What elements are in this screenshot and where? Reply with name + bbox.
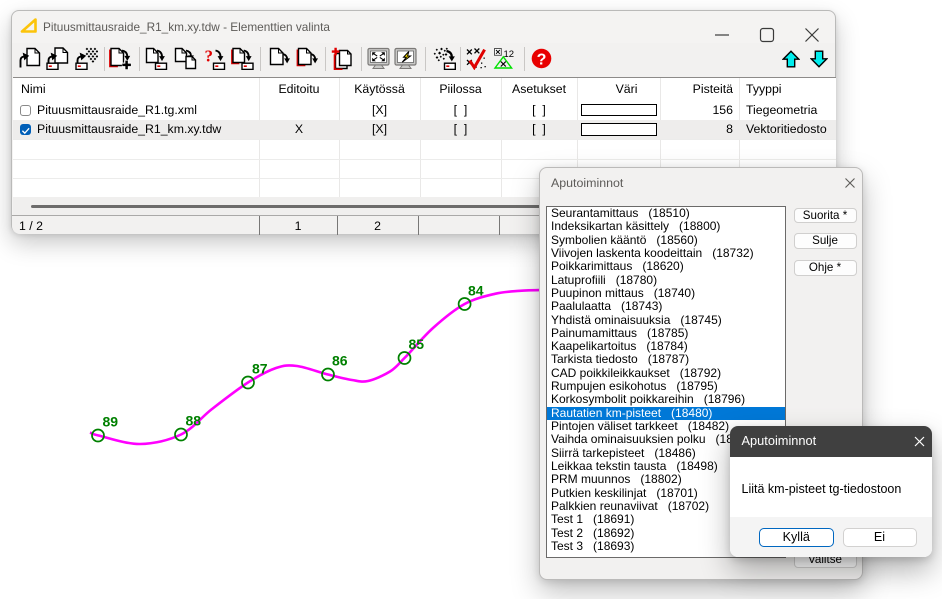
svg-text:?: ? — [204, 47, 213, 66]
svg-text:85: 85 — [409, 336, 425, 352]
svg-text:89: 89 — [103, 413, 119, 429]
svg-text:88: 88 — [186, 412, 202, 428]
svg-text:84: 84 — [468, 282, 484, 298]
svg-text:86: 86 — [332, 352, 348, 368]
svg-text:?: ? — [536, 51, 546, 68]
svg-text:87: 87 — [252, 360, 268, 376]
